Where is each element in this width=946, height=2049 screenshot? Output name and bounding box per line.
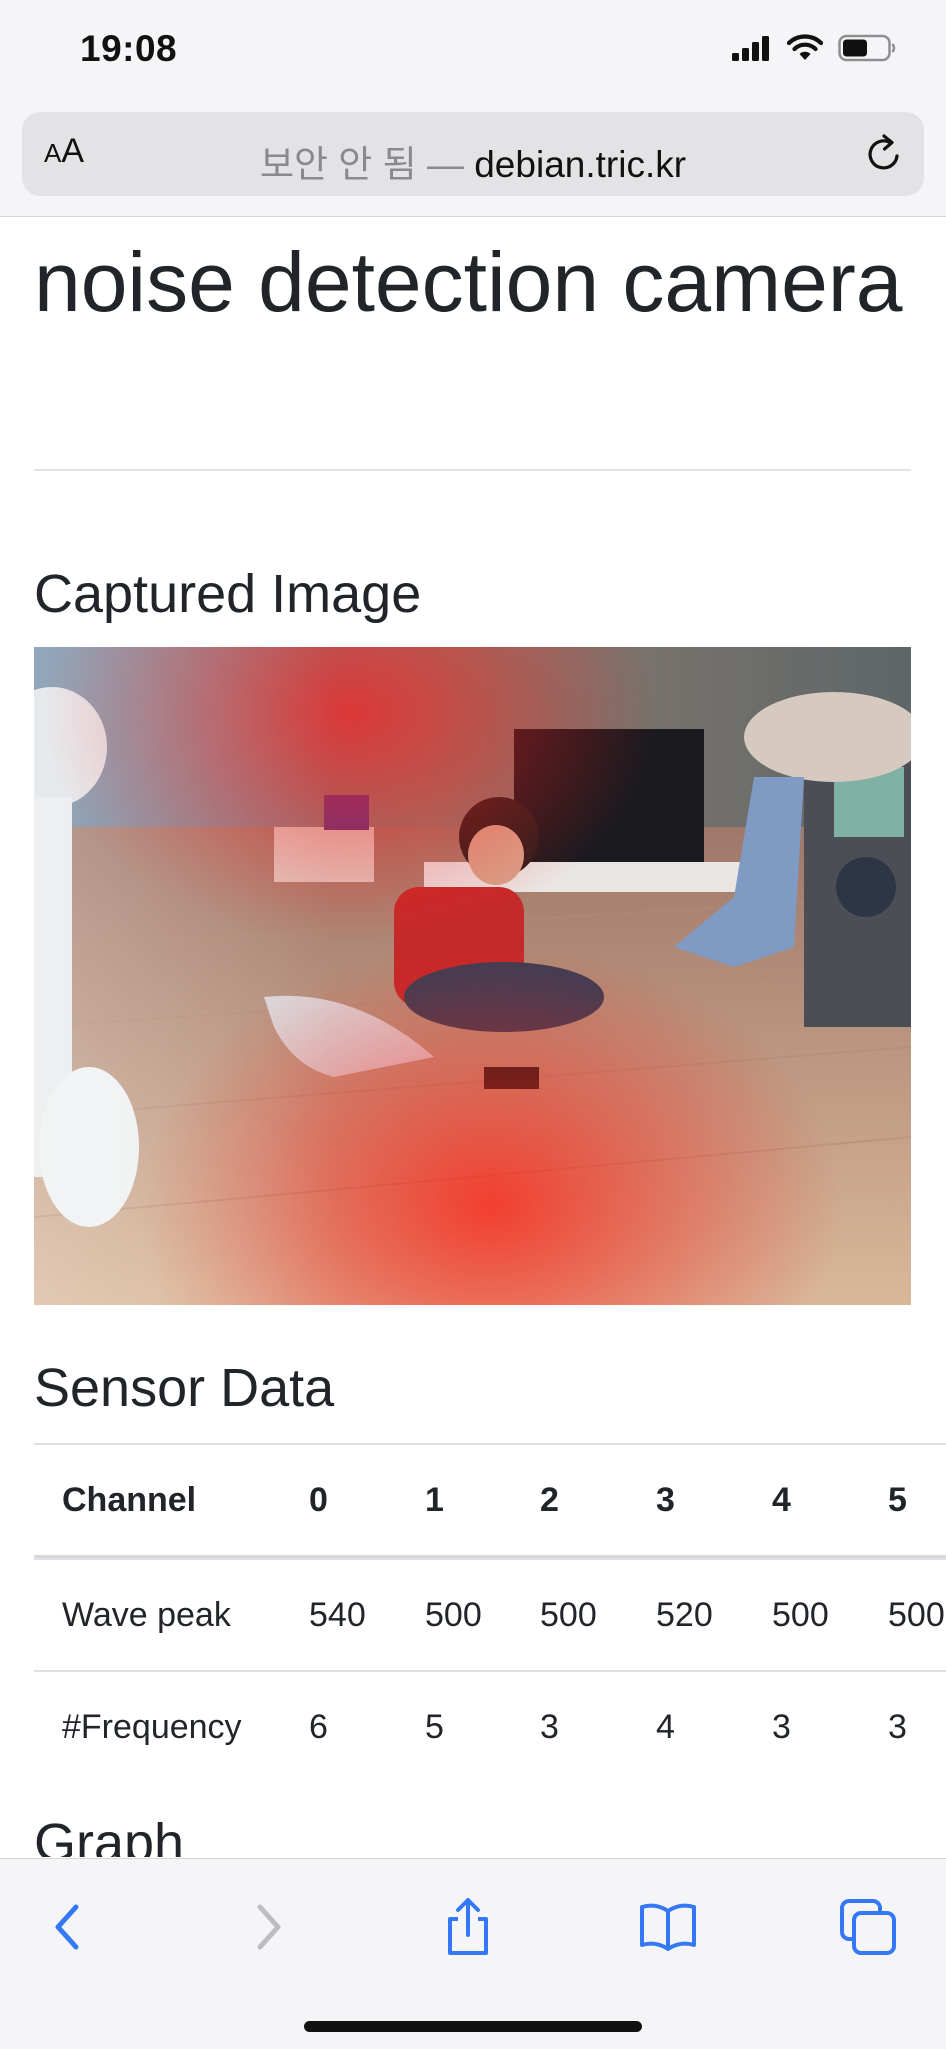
table-header-cell: 1 [425, 1481, 444, 1519]
address-bar[interactable]: AA 보안 안 됨 — debian.tric.kr [22, 112, 924, 196]
table-cell: 500 [772, 1596, 829, 1634]
table-row: Wave peak 540 500 500 520 500 500 [34, 1558, 946, 1670]
back-icon[interactable] [40, 1897, 100, 1957]
clock: 19:08 [80, 28, 178, 69]
captured-image[interactable] [34, 647, 911, 1305]
table-cell: 4 [656, 1708, 675, 1746]
table-cell: Wave peak [62, 1596, 231, 1634]
url-display[interactable]: 보안 안 됨 — debian.tric.kr [22, 134, 924, 188]
sensor-data-table: Channel 0 1 2 3 4 5 Wave peak 540 500 50… [34, 1443, 946, 1782]
graph-heading: Graph [34, 1813, 185, 1857]
divider [34, 469, 911, 471]
share-icon[interactable] [438, 1897, 498, 1957]
status-icons [732, 34, 896, 62]
browser-toolbar [0, 1858, 946, 2049]
security-warning: 보안 안 됨 [259, 144, 417, 185]
table-cell: 3 [772, 1708, 791, 1746]
table-cell: #Frequency [62, 1708, 242, 1746]
table-header-cell: 3 [656, 1481, 675, 1519]
table-header-cell: 0 [309, 1481, 328, 1519]
browser-address-area: AA 보안 안 됨 — debian.tric.kr [0, 104, 946, 217]
table-cell: 540 [309, 1596, 366, 1634]
tabs-icon[interactable] [838, 1897, 898, 1957]
wifi-icon [786, 34, 824, 60]
bookmarks-icon[interactable] [638, 1897, 698, 1957]
battery-icon [838, 34, 896, 62]
table-header-row: Channel 0 1 2 3 4 5 [34, 1443, 946, 1558]
table-header-cell: Channel [62, 1481, 197, 1519]
table-cell: 3 [888, 1708, 907, 1746]
table-cell: 6 [309, 1708, 328, 1746]
table-header-cell: 4 [772, 1481, 791, 1519]
table-cell: 500 [425, 1596, 482, 1634]
table-header-cell: 5 [888, 1481, 907, 1519]
captured-photo-render [34, 647, 911, 1305]
table-row: #Frequency 6 5 3 4 3 3 [34, 1670, 946, 1782]
table-header-cell: 2 [540, 1481, 559, 1519]
home-indicator [304, 2021, 642, 2032]
table-cell: 500 [888, 1596, 945, 1634]
url-separator: — [416, 144, 475, 185]
captured-image-heading: Captured Image [34, 564, 422, 624]
signal-icon [732, 36, 769, 61]
table-cell: 3 [540, 1708, 559, 1746]
table-cell: 500 [540, 1596, 597, 1634]
page-content: noise detection camera Captured Image Se… [0, 217, 946, 1857]
url-domain: debian.tric.kr [474, 144, 687, 185]
table-cell: 520 [656, 1596, 713, 1634]
table-cell: 5 [425, 1708, 444, 1746]
page-title: noise detection camera [34, 235, 903, 329]
status-bar: 19:08 [0, 0, 946, 104]
forward-icon[interactable] [238, 1897, 298, 1957]
sensor-data-heading: Sensor Data [34, 1358, 335, 1418]
reload-icon[interactable] [862, 132, 906, 176]
